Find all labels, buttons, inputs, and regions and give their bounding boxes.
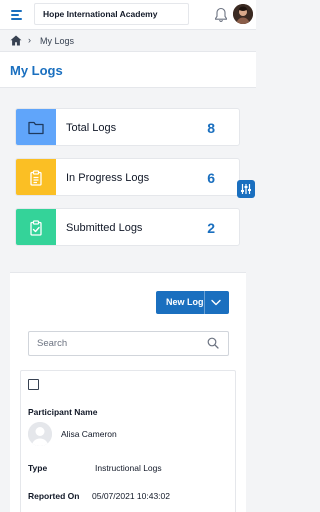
logs-panel: New Log Participant Name Alisa Cameron T… <box>10 272 246 512</box>
search-icon[interactable] <box>207 337 219 349</box>
new-log-label: New Log <box>166 297 204 307</box>
stat-card-submitted-logs[interactable]: Submitted Logs 2 <box>15 208 240 246</box>
reported-on-label: Reported On <box>28 491 80 501</box>
type-value: Instructional Logs <box>95 463 162 473</box>
stat-label: Submitted Logs <box>66 222 143 234</box>
stat-label: Total Logs <box>66 122 117 134</box>
new-log-button[interactable]: New Log <box>156 291 229 314</box>
page-header: My Logs <box>0 52 256 88</box>
stat-count: 8 <box>207 120 215 136</box>
stat-count: 6 <box>207 170 215 186</box>
participant-avatar <box>28 422 52 446</box>
breadcrumb: › My Logs <box>0 30 256 52</box>
stat-label: In Progress Logs <box>66 172 150 184</box>
chevron-down-icon[interactable] <box>211 299 221 306</box>
home-icon[interactable] <box>10 35 22 46</box>
filter-button[interactable] <box>237 180 255 198</box>
folder-icon <box>28 121 44 135</box>
school-selector[interactable]: Hope International Academy <box>34 3 189 25</box>
clipboard-list-icon <box>30 170 42 186</box>
reported-on-value: 05/07/2021 10:43:02 <box>92 491 170 501</box>
type-label: Type <box>28 463 48 473</box>
chevron-right-icon: › <box>28 35 31 45</box>
page-title: My Logs <box>10 63 63 78</box>
stat-count: 2 <box>207 220 215 236</box>
bell-icon[interactable] <box>214 7 228 23</box>
stat-card-in-progress-logs[interactable]: In Progress Logs 6 <box>15 158 240 196</box>
select-checkbox[interactable] <box>28 379 39 390</box>
log-card[interactable]: Participant Name Alisa Cameron Type Inst… <box>20 370 236 512</box>
stat-icon-box <box>16 159 56 195</box>
school-name: Hope International Academy <box>43 9 158 19</box>
clipboard-check-icon <box>30 220 42 236</box>
sliders-icon <box>241 184 251 194</box>
user-avatar[interactable] <box>233 4 253 24</box>
breadcrumb-current: My Logs <box>40 36 75 46</box>
participant-label: Participant Name <box>28 407 98 417</box>
participant-name: Alisa Cameron <box>61 429 117 439</box>
stat-card-total-logs[interactable]: Total Logs 8 <box>15 108 240 146</box>
top-app-bar: Hope International Academy <box>0 0 256 30</box>
search-input[interactable] <box>28 331 229 356</box>
stat-icon-box <box>16 109 56 145</box>
button-divider <box>204 291 205 314</box>
hamburger-menu-icon[interactable] <box>11 10 22 20</box>
stat-icon-box <box>16 209 56 245</box>
